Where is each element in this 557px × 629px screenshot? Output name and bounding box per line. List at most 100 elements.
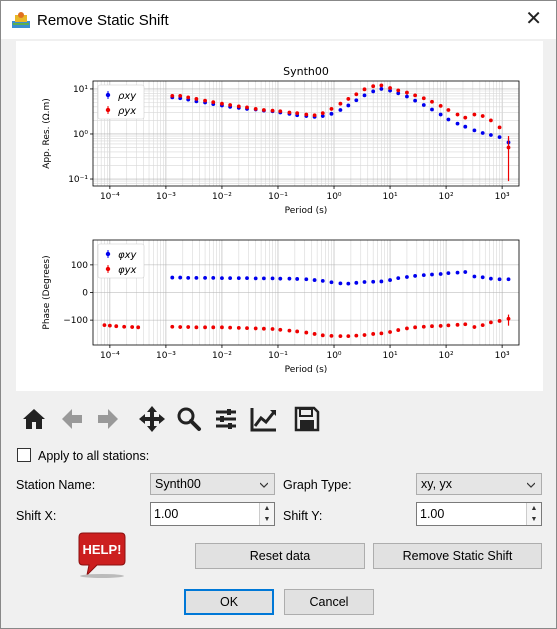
data-point <box>228 276 233 281</box>
legend-label: ρxy <box>118 91 137 102</box>
save-icon[interactable] <box>292 403 322 435</box>
data-point <box>413 274 418 278</box>
graph-type-label: Graph Type: <box>283 478 352 492</box>
x-tick-label: 10¹ <box>383 192 398 202</box>
home-icon[interactable] <box>19 403 49 435</box>
ok-button[interactable]: OK <box>184 589 274 615</box>
data-point <box>421 324 426 329</box>
data-point <box>497 319 502 323</box>
data-point <box>261 108 266 112</box>
data-point <box>388 278 392 282</box>
data-point <box>480 323 485 328</box>
data-point <box>371 279 376 284</box>
chevron-down-icon <box>260 482 268 488</box>
data-point <box>329 111 334 116</box>
data-point <box>245 276 249 281</box>
data-point <box>396 276 401 281</box>
data-point <box>236 104 241 109</box>
forward-arrow-icon[interactable] <box>93 403 123 435</box>
data-point <box>194 97 199 101</box>
data-point <box>211 100 216 105</box>
reset-data-button[interactable]: Reset data <box>195 543 365 569</box>
data-point <box>430 272 434 277</box>
data-point <box>278 109 283 114</box>
data-point <box>388 330 392 334</box>
data-point <box>320 333 325 338</box>
data-point <box>438 104 443 108</box>
app-icon <box>12 12 30 28</box>
data-point <box>194 275 199 280</box>
pan-icon[interactable] <box>137 403 167 435</box>
data-point <box>371 332 376 336</box>
data-point <box>430 107 434 112</box>
data-point <box>228 103 233 107</box>
data-point <box>287 328 292 333</box>
x-tick-label: 10⁻² <box>212 192 232 202</box>
cancel-button[interactable]: Cancel <box>284 589 374 615</box>
data-point <box>463 270 468 274</box>
data-point <box>480 275 485 280</box>
data-point <box>396 328 401 332</box>
data-point <box>295 277 300 281</box>
plot-canvas[interactable]: 10⁻⁴ 10⁻³ 10⁻² 10⁻¹ 10⁰ 10¹ 10² 10³ 10¹ 10⁰ 10⁻¹ Pe… <box>16 41 543 391</box>
shift-y-label: Shift Y: <box>283 509 323 523</box>
edit-axes-icon[interactable] <box>249 403 279 435</box>
data-point <box>421 103 426 107</box>
close-icon[interactable]: ✕ <box>525 9 542 29</box>
apply-all-checkbox[interactable] <box>17 448 31 462</box>
x-tick-label: 10⁻³ <box>156 351 176 361</box>
shift-y-spinbox[interactable]: 1.00 ▲ ▼ <box>416 502 542 526</box>
data-point <box>405 94 409 99</box>
data-point <box>421 273 426 277</box>
y-tick-label: 0 <box>82 289 88 299</box>
station-name-select[interactable]: Synth00 <box>150 473 275 495</box>
data-point <box>472 274 477 279</box>
data-point <box>506 277 511 282</box>
subplots-settings-icon[interactable] <box>211 403 241 435</box>
data-point <box>455 270 460 275</box>
zoom-icon[interactable] <box>174 403 204 435</box>
x-axis-label: Period (s) <box>285 365 328 375</box>
data-point <box>312 332 317 336</box>
data-point <box>211 325 216 330</box>
data-point <box>455 322 460 327</box>
legend-label: φyx <box>118 265 137 276</box>
graph-type-select[interactable]: xy, yx <box>416 473 542 495</box>
back-arrow-icon[interactable] <box>57 403 87 435</box>
data-point <box>122 324 127 329</box>
data-point <box>354 98 359 103</box>
data-point <box>472 325 477 329</box>
data-point <box>228 325 233 330</box>
data-point <box>220 325 224 330</box>
data-point <box>320 111 325 116</box>
data-point <box>186 325 191 329</box>
data-point <box>362 93 367 98</box>
help-button[interactable]: HELP! <box>75 531 127 579</box>
shift-x-spinbox[interactable]: 1.00 ▲ ▼ <box>150 502 275 526</box>
shift-y-value: 1.00 <box>420 507 445 521</box>
data-point <box>379 87 384 91</box>
help-label: HELP! <box>83 542 122 557</box>
data-point <box>107 323 112 328</box>
x-tick-label: 10² <box>439 351 454 361</box>
data-point <box>413 325 418 330</box>
remove-static-shift-button[interactable]: Remove Static Shift <box>373 543 542 569</box>
data-point <box>472 112 477 117</box>
data-point <box>446 117 451 122</box>
data-point <box>346 334 351 339</box>
data-point <box>446 108 451 112</box>
legend-marker <box>105 107 111 113</box>
data-point <box>329 333 334 338</box>
spin-down-icon[interactable]: ▼ <box>527 514 541 525</box>
station-name-value: Synth00 <box>155 477 201 491</box>
data-point <box>203 98 207 103</box>
data-point <box>261 276 266 281</box>
data-point <box>455 112 460 117</box>
data-point <box>186 275 191 280</box>
data-point <box>178 325 183 329</box>
data-point <box>287 276 292 281</box>
data-point <box>463 115 468 120</box>
data-point <box>362 333 367 337</box>
spin-down-icon[interactable]: ▼ <box>260 514 274 525</box>
data-point <box>102 323 107 328</box>
